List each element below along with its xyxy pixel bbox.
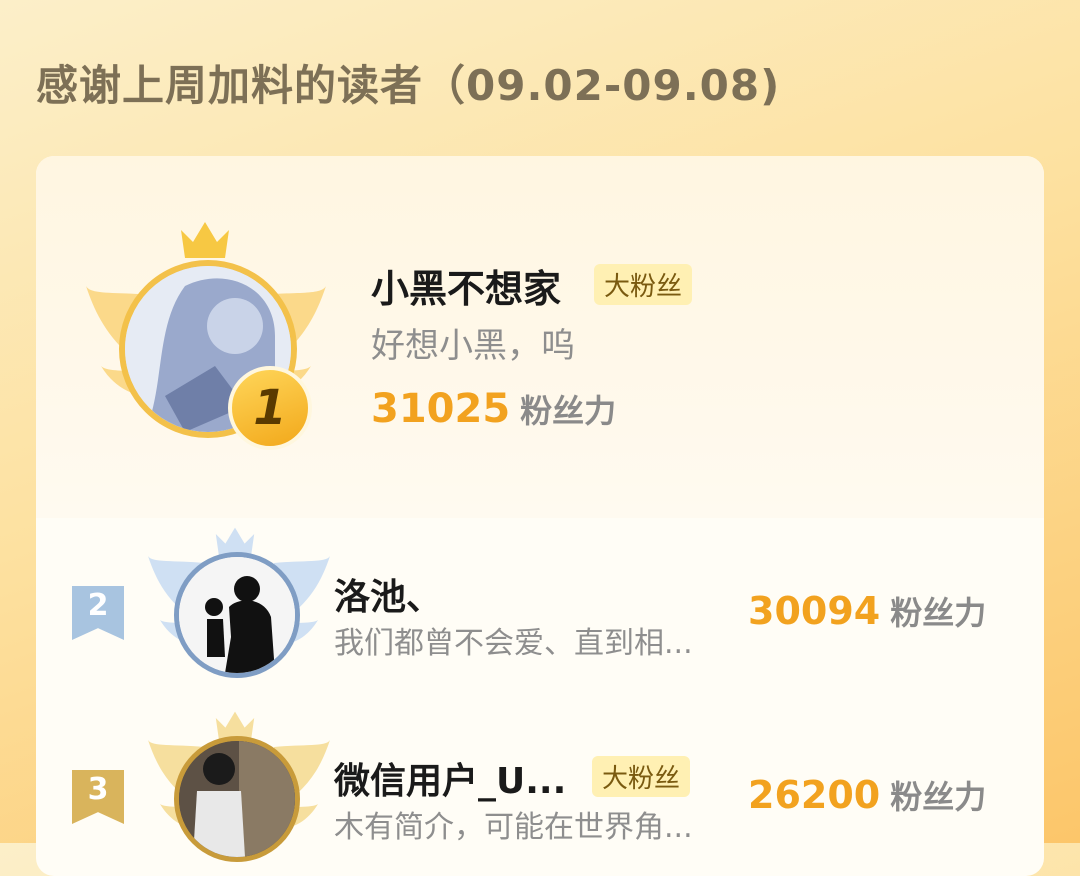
fan-power: 26200 粉丝力 xyxy=(748,772,986,818)
fan-power: 30094 粉丝力 xyxy=(748,588,986,634)
rank-badge: 1 xyxy=(228,366,312,450)
leaderboard-row-1[interactable]: 1 小黑不想家 大粉丝 好想小黑，呜 31025 粉丝力 xyxy=(36,156,1044,518)
fan-power-value: 30094 xyxy=(748,589,881,633)
avatar[interactable] xyxy=(174,552,300,678)
user-bio: 木有简介，可能在世界角... xyxy=(334,810,693,845)
fan-power-unit: 粉丝力 xyxy=(890,594,987,632)
rank-flag: 3 xyxy=(72,770,124,824)
fan-power-unit: 粉丝力 xyxy=(520,392,617,430)
fan-badge: 大粉丝 xyxy=(592,756,691,797)
leaderboard-row-3[interactable]: 3 微信用户_U... 大粉丝 木有简介，可能在世界角... 26200 粉丝力 xyxy=(36,702,1044,876)
leaderboard-row-2[interactable]: 2 洛池、 我们都曾不会爱、直到相... 30094 粉丝力 xyxy=(36,518,1044,698)
crown-icon xyxy=(181,222,229,258)
page-title: 感谢上周加料的读者（09.02-09.08) xyxy=(36,61,781,110)
username[interactable]: 微信用户_U... xyxy=(334,752,566,804)
fan-badge: 大粉丝 xyxy=(594,264,693,305)
avatar[interactable] xyxy=(174,736,300,862)
rank-flag: 2 xyxy=(72,586,124,640)
user-bio: 好想小黑，呜 xyxy=(371,326,575,366)
fan-power: 31025 粉丝力 xyxy=(371,386,616,432)
leaderboard-card: 1 小黑不想家 大粉丝 好想小黑，呜 31025粉丝力 2 洛池、 我们都曾不 xyxy=(36,156,1044,876)
fan-power-value: 31025 xyxy=(371,386,511,432)
fan-power-unit: 粉丝力 xyxy=(890,778,987,816)
username[interactable]: 小黑不想家 xyxy=(371,258,561,313)
user-bio: 我们都曾不会爱、直到相... xyxy=(334,626,693,661)
username[interactable]: 洛池、 xyxy=(334,568,442,620)
fan-power-value: 26200 xyxy=(748,773,881,817)
